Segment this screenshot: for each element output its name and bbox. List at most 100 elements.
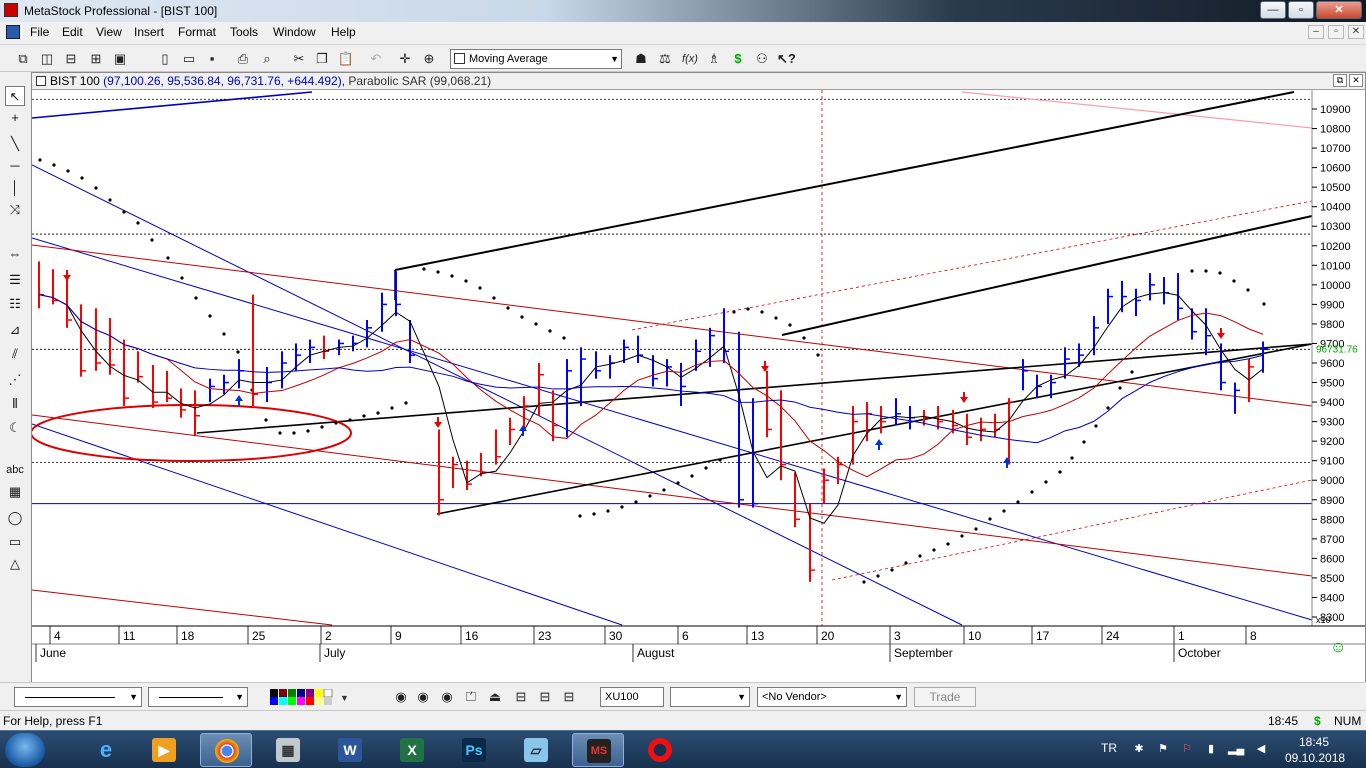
price-chart[interactable]: 10900 10800 10700 10600 10500 10400 10300 10200… bbox=[32, 90, 1365, 683]
trendline-tool-icon[interactable]: ╲ bbox=[5, 134, 25, 154]
toolbar-icon-c[interactable]: ⊟ bbox=[536, 688, 554, 706]
taskbar-photoshop[interactable]: Ps bbox=[448, 733, 500, 767]
vertical-line-tool-icon[interactable]: │ bbox=[5, 178, 25, 198]
paste-icon[interactable]: 📋 bbox=[337, 50, 355, 68]
line-style-dropdown[interactable]: ▼ bbox=[14, 687, 142, 707]
toolbar-icon-d[interactable]: ⊟ bbox=[560, 688, 578, 706]
taskbar-media-player[interactable]: ▶ bbox=[138, 733, 190, 767]
bluetooth-icon[interactable]: ✱ bbox=[1132, 742, 1146, 756]
horizontal-line-tool-icon[interactable]: ─ bbox=[5, 156, 25, 176]
ellipse-tool-icon[interactable]: ◯ bbox=[5, 508, 25, 528]
arc-tool-icon[interactable]: ☾ bbox=[5, 418, 25, 438]
fib-fan-tool-icon[interactable]: ☷ bbox=[5, 294, 25, 314]
taskbar-excel[interactable]: X bbox=[386, 733, 438, 767]
toolbar-icon-a[interactable]: ⏏ bbox=[486, 688, 504, 706]
taskbar-ie[interactable]: e bbox=[80, 733, 132, 767]
split-line-tool-icon[interactable]: ⤨ bbox=[5, 200, 25, 220]
tile-horizontal-icon[interactable]: ⊟ bbox=[62, 50, 80, 68]
restore-button[interactable]: ▫ bbox=[1288, 1, 1314, 19]
tile-grid-icon[interactable]: ⊞ bbox=[87, 50, 105, 68]
menu-file[interactable]: File bbox=[30, 25, 49, 39]
line-weight-dropdown[interactable]: ▼ bbox=[148, 687, 248, 707]
chart-menu-icon[interactable] bbox=[36, 76, 46, 86]
menu-help[interactable]: Help bbox=[331, 25, 356, 39]
chart-restore-button[interactable]: ⧉ bbox=[1333, 74, 1347, 87]
periodicity-dropdown[interactable]: ▼ bbox=[670, 687, 750, 707]
insert-inner-window-icon[interactable]: ⏍ bbox=[462, 688, 480, 706]
open-folder-icon[interactable]: ▭ bbox=[180, 50, 198, 68]
menu-format[interactable]: Format bbox=[178, 25, 216, 39]
fan-lines-tool-icon[interactable]: ⋰ bbox=[5, 370, 25, 390]
chrome-style-icon-1[interactable]: ◉ bbox=[392, 688, 410, 706]
text-tool-icon[interactable]: abc bbox=[5, 460, 25, 480]
language-indicator[interactable]: TR bbox=[1101, 741, 1117, 755]
chart-legend[interactable]: BIST 100 (97,100.26, 95,536.84, 96,731.7… bbox=[50, 74, 491, 88]
triangle-tool-icon[interactable]: △ bbox=[5, 554, 25, 574]
taskbar-app[interactable]: ▱ bbox=[510, 733, 562, 767]
rectangle-tool-icon[interactable]: ▭ bbox=[5, 532, 25, 552]
grid-tool-icon[interactable]: ▦ bbox=[5, 482, 25, 502]
close-button[interactable]: ✕ bbox=[1316, 1, 1362, 19]
toolbar-icon-b[interactable]: ⊟ bbox=[512, 688, 530, 706]
clock-date[interactable]: 09.10.2018 bbox=[1285, 751, 1345, 765]
chart-document-icon[interactable] bbox=[6, 25, 20, 39]
mdi-restore-button[interactable]: ▫ bbox=[1328, 25, 1344, 39]
chart-close-button[interactable]: ✕ bbox=[1349, 74, 1363, 87]
vendor-dropdown[interactable]: <No Vendor> ▼ bbox=[757, 687, 907, 707]
copy-icon[interactable]: ❐ bbox=[313, 50, 331, 68]
menu-edit[interactable]: Edit bbox=[62, 25, 83, 39]
chrome-style-icon-2[interactable]: ◉ bbox=[414, 688, 432, 706]
menu-insert[interactable]: Insert bbox=[134, 25, 164, 39]
symbol-input[interactable]: XU100 bbox=[600, 687, 664, 707]
taskbar-opera[interactable] bbox=[634, 733, 686, 767]
battery-icon[interactable]: ▮ bbox=[1204, 742, 1218, 756]
color-swatches[interactable]: ▼ bbox=[270, 688, 356, 705]
chrome-style-icon-3[interactable]: ◉ bbox=[438, 688, 456, 706]
save-icon[interactable]: ▪ bbox=[203, 50, 221, 68]
explorer-icon[interactable]: ♗ bbox=[705, 50, 723, 68]
dollar-icon[interactable]: $ bbox=[729, 50, 747, 68]
new-file-icon[interactable]: ▯ bbox=[156, 50, 174, 68]
crosshair-tool-icon[interactable]: + bbox=[5, 108, 25, 128]
menu-view[interactable]: View bbox=[96, 25, 122, 39]
print-icon[interactable]: ⎙ bbox=[234, 50, 252, 68]
menu-window[interactable]: Window bbox=[273, 25, 316, 39]
help-cursor-icon[interactable]: ↖? bbox=[777, 50, 796, 68]
start-button[interactable] bbox=[5, 733, 45, 767]
taskbar-word[interactable]: W bbox=[324, 733, 376, 767]
taskbar-chrome[interactable] bbox=[200, 733, 252, 767]
fibonacci-tool-icon[interactable]: ☰ bbox=[5, 270, 25, 290]
cycle-lines-tool-icon[interactable]: ⦀ bbox=[5, 394, 25, 414]
cut-icon[interactable]: ✂ bbox=[290, 50, 308, 68]
speed-lines-tool-icon[interactable]: ⫽ bbox=[5, 344, 25, 364]
signal-icon[interactable]: ▂▄ bbox=[1228, 742, 1244, 756]
print-preview-icon[interactable]: ⌕ bbox=[258, 50, 276, 68]
taskbar-metastock[interactable]: MS bbox=[572, 733, 624, 767]
mdi-close-button[interactable]: ✕ bbox=[1348, 25, 1364, 39]
mdi-minimize-button[interactable]: – bbox=[1308, 25, 1324, 39]
expert-advisor-icon[interactable]: ☗ bbox=[632, 50, 650, 68]
color-palette[interactable]: ▼ bbox=[270, 688, 356, 705]
clock-time[interactable]: 18:45 bbox=[1299, 735, 1329, 749]
volume-icon[interactable]: ◀ bbox=[1254, 742, 1268, 756]
formula-icon[interactable]: f(x) bbox=[681, 50, 699, 68]
menu-tools[interactable]: Tools bbox=[230, 25, 258, 39]
zoom-icon[interactable]: ⊕ bbox=[420, 50, 438, 68]
binoculars-icon[interactable]: ⚇ bbox=[753, 50, 771, 68]
taskbar-calculator[interactable]: ▦ bbox=[262, 733, 314, 767]
arrow-lr-tool-icon[interactable]: ⇔ bbox=[5, 244, 25, 264]
minimize-button[interactable]: — bbox=[1260, 1, 1286, 19]
system-tester-icon[interactable]: ⚖ bbox=[656, 50, 674, 68]
gann-tool-icon[interactable]: ⊿ bbox=[5, 320, 25, 340]
pointer-tool-icon[interactable]: ↖ bbox=[5, 86, 25, 106]
undo-icon[interactable]: ↶ bbox=[367, 50, 385, 68]
indicator-dropdown[interactable]: Moving Average ▼ bbox=[450, 49, 622, 69]
tile-vertical-icon[interactable]: ◫ bbox=[38, 50, 56, 68]
layout-cascade-icon[interactable]: ⧉ bbox=[14, 50, 32, 68]
layout-settings-icon[interactable]: ▣ bbox=[111, 50, 129, 68]
crosshair-icon[interactable]: ✛ bbox=[396, 50, 414, 68]
trade-button[interactable]: Trade bbox=[914, 687, 976, 707]
metastock-app-icon[interactable] bbox=[4, 3, 18, 17]
flag-icon[interactable]: ⚐ bbox=[1180, 742, 1194, 756]
network-icon[interactable]: ⚑ bbox=[1156, 742, 1170, 756]
